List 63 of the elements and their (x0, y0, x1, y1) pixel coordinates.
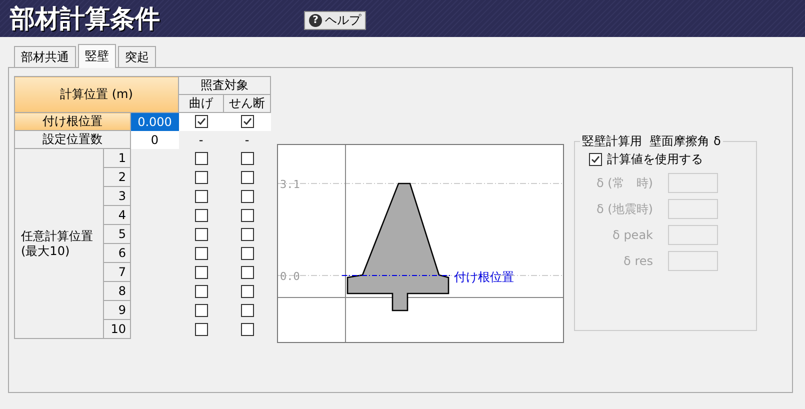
field-label: δ peak (612, 228, 653, 242)
checkbox[interactable] (194, 115, 208, 128)
checkbox[interactable] (194, 170, 208, 184)
row-number: 6 (104, 244, 130, 262)
checkbox[interactable] (194, 228, 208, 240)
checkbox[interactable] (194, 246, 208, 260)
field-label: δ res (622, 254, 653, 268)
field-label: δ (常 時) (595, 174, 653, 192)
header-cell: 計算位置 (m) (14, 76, 178, 112)
row-number: 2 (104, 168, 130, 186)
checkbox[interactable] (194, 284, 208, 298)
checkbox[interactable] (194, 304, 208, 316)
row-label: 付け根位置 (14, 112, 130, 130)
tab[interactable]: 部材共通 (14, 46, 76, 67)
row-number: 4 (104, 206, 130, 224)
row-number: 9 (104, 300, 130, 320)
checkbox[interactable] (240, 228, 254, 240)
row-label: 任意計算位置 (最大10) (14, 148, 104, 338)
group-title: 竪壁計算用 壁面摩擦角 δ (580, 133, 723, 150)
checkbox[interactable] (194, 266, 208, 278)
checkbox[interactable] (589, 153, 602, 166)
row-number: 3 (104, 186, 130, 206)
row-number: 5 (104, 224, 130, 244)
tab[interactable]: 突起 (118, 46, 156, 67)
value-cell[interactable]: 0 (130, 130, 178, 148)
base-position-label: 付け根位置 (454, 270, 514, 284)
checkbox[interactable] (240, 284, 254, 298)
axis-tick-label: 3.1 (280, 178, 300, 191)
checkbox[interactable] (240, 115, 254, 128)
checkbox[interactable] (240, 304, 254, 316)
help-icon: ? (309, 14, 322, 27)
row-number: 10 (104, 320, 130, 338)
row-number: 1 (104, 148, 130, 168)
checkbox-label: 計算値を使用する (607, 151, 703, 168)
checkbox[interactable] (240, 170, 254, 184)
header-cell: 曲げ (178, 94, 224, 112)
row-label: 設定位置数 (14, 130, 130, 148)
checkbox[interactable] (194, 190, 208, 202)
checkbox[interactable] (194, 208, 208, 222)
header-cell: 照査対象 (178, 76, 270, 94)
table-cell: - (178, 130, 224, 148)
field-label: δ (地震時) (595, 200, 653, 218)
checkbox[interactable] (240, 246, 254, 260)
checkbox[interactable] (240, 266, 254, 278)
value-cell[interactable]: 0.000 (130, 112, 178, 130)
row-number: 8 (104, 282, 130, 300)
window-title: 部材計算条件 (10, 3, 161, 35)
checkbox[interactable] (240, 322, 254, 336)
help-button[interactable]: ? ヘルプ (304, 11, 366, 30)
axis-tick-label: 0.0 (280, 270, 300, 283)
input-field[interactable] (668, 225, 718, 245)
checkbox[interactable] (240, 190, 254, 202)
checkbox[interactable] (240, 208, 254, 222)
input-field[interactable] (668, 173, 718, 193)
tab[interactable]: 竪壁 (78, 44, 116, 68)
checkbox[interactable] (194, 322, 208, 336)
header-cell: せん断 (224, 94, 270, 112)
checkbox[interactable] (194, 152, 208, 164)
input-field[interactable] (668, 251, 718, 271)
checkbox[interactable] (240, 152, 254, 164)
row-number: 7 (104, 262, 130, 282)
input-field[interactable] (668, 199, 718, 219)
table-cell: - (224, 130, 270, 148)
